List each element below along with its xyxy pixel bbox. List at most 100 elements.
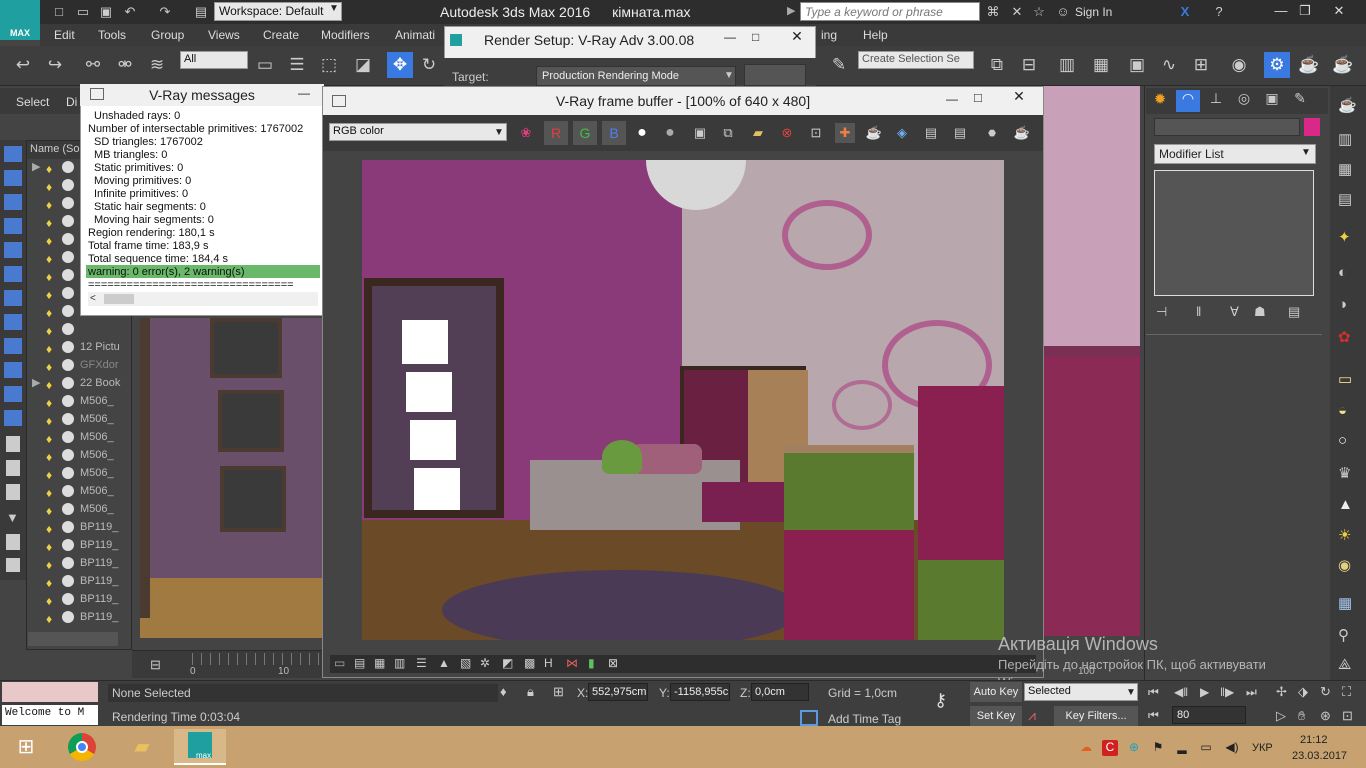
find-icon[interactable] <box>6 534 20 550</box>
curve-icon[interactable]: ▥ <box>394 656 405 670</box>
key-tangent-icon[interactable]: ⩘ <box>1028 707 1036 724</box>
show-corrections-icon[interactable]: ▭ <box>334 656 345 670</box>
vray-cone-icon[interactable]: ▲ <box>1338 496 1353 513</box>
render-toggle-icon[interactable] <box>62 305 74 317</box>
close-icon[interactable]: ✕ <box>1002 88 1036 108</box>
region-render-icon[interactable]: ✚ <box>835 123 855 143</box>
list-item[interactable]: ♦ BP119_ <box>26 554 130 572</box>
light-bulb-icon[interactable]: ♦ <box>46 286 56 302</box>
render-toggle-icon[interactable] <box>62 521 74 533</box>
viewport-front[interactable] <box>1044 86 1140 636</box>
create-selection-set-input[interactable]: Create Selection Se <box>858 51 974 69</box>
clear-image-icon[interactable]: ⊗ <box>777 123 797 143</box>
vray-axis-icon[interactable]: ⟁ <box>1338 656 1351 673</box>
render-last-icon[interactable]: ☕ <box>864 123 884 143</box>
vray-fur-icon[interactable]: ♛ <box>1338 464 1351 482</box>
render-toggle-icon[interactable] <box>62 539 74 551</box>
display-groups-icon[interactable] <box>4 290 22 306</box>
list-item[interactable]: ♦ M506_ <box>26 428 130 446</box>
motion-tab-icon[interactable]: ◎ <box>1232 90 1256 112</box>
close-icon[interactable]: ✕ <box>780 28 814 46</box>
time-tag-icon[interactable] <box>800 710 818 726</box>
light-bulb-icon[interactable]: ♦ <box>46 448 56 464</box>
render-setup-title[interactable]: Render Setup: V-Ray Adv 3.00.08 <box>484 32 694 48</box>
vray-proxy-icon[interactable]: ✿ <box>1338 328 1351 346</box>
maximize-icon[interactable]: □ <box>752 30 759 44</box>
window-crossing-icon[interactable]: ◪ <box>350 52 376 78</box>
chrome-icon[interactable] <box>56 729 108 765</box>
curve-editor-icon[interactable]: ∿ <box>1156 52 1182 78</box>
workspace-dropdown-icon[interactable]: ▼ <box>329 3 339 14</box>
light-bulb-icon[interactable]: ♦ <box>46 340 56 356</box>
configure-sets-icon[interactable]: ▤ <box>1288 304 1300 320</box>
render-teapot-icon[interactable]: ☕ <box>1330 52 1356 78</box>
light-bulb-icon[interactable]: ♦ <box>46 610 56 626</box>
render-toggle-icon[interactable] <box>62 323 74 335</box>
scrollbar-thumb[interactable] <box>104 294 134 304</box>
undo-icon[interactable]: ↶ <box>121 3 139 21</box>
volume-icon[interactable]: ◀) <box>1224 740 1240 756</box>
render-toggle-icon[interactable] <box>62 179 74 191</box>
list-item[interactable]: ♦ BP119_ <box>26 608 130 626</box>
h-icon[interactable]: H <box>544 656 553 670</box>
maximize-icon[interactable]: □ <box>974 90 982 105</box>
levels-icon[interactable]: ▦ <box>374 656 385 670</box>
render-toggle-icon[interactable] <box>62 215 74 227</box>
compare-b-icon[interactable]: ▤ <box>950 123 970 143</box>
render-toggle-icon[interactable] <box>62 485 74 497</box>
create-tab-icon[interactable]: ✹ <box>1148 90 1172 112</box>
remove-modifier-icon[interactable]: ☗ <box>1254 304 1266 320</box>
zoom-all-icon[interactable]: ⬗ <box>1298 684 1308 700</box>
transform-mode-icon[interactable]: ⊞ <box>553 684 564 700</box>
display-frozen-icon[interactable] <box>4 386 22 402</box>
light-bulb-icon[interactable]: ♦ <box>46 412 56 428</box>
vray-light-icon[interactable]: ✦ <box>1338 228 1351 246</box>
list-item[interactable]: ♦ M506_ <box>26 446 130 464</box>
add-time-tag-button[interactable]: Add Time Tag <box>828 712 901 726</box>
open-folder-icon[interactable]: ▰ <box>748 123 768 143</box>
chevron-down-icon[interactable]: ▼ <box>724 70 734 81</box>
list-item[interactable]: ▶ ♦ 22 Book <box>26 374 130 392</box>
red-channel-button[interactable]: R <box>544 121 568 145</box>
select-by-name-icon[interactable]: ☰ <box>284 52 310 78</box>
render-toggle-icon[interactable] <box>62 611 74 623</box>
search-input[interactable]: Type a keyword or phrase <box>800 2 980 21</box>
display-none-icon[interactable] <box>6 460 20 476</box>
chevron-down-icon[interactable]: ▼ <box>1301 147 1311 158</box>
sort-icon[interactable] <box>6 558 20 572</box>
redo-icon[interactable]: ↷ <box>156 3 174 21</box>
scene-settings-icon[interactable]: ▤ <box>1338 190 1352 208</box>
display-hidden-icon[interactable] <box>4 410 22 426</box>
mini-curve-editor-icon[interactable]: ⊟ <box>150 657 161 673</box>
close-icon[interactable]: ✕ <box>1326 2 1352 20</box>
chevron-down-icon[interactable]: ▼ <box>1126 687 1136 698</box>
compare-icon[interactable]: ⋈ <box>566 656 578 670</box>
auto-key-button[interactable]: Auto Key <box>970 682 1022 702</box>
menu-help[interactable]: Help <box>863 28 888 42</box>
help-icon[interactable]: ? <box>1210 3 1228 21</box>
light-bulb-icon[interactable]: ♦ <box>46 178 56 194</box>
save-icon[interactable]: ▣ <box>97 3 115 21</box>
clock-time[interactable]: 21:12 <box>1300 734 1328 746</box>
display-xrefs-icon[interactable] <box>4 314 22 330</box>
light-bulb-icon[interactable]: ♦ <box>46 214 56 230</box>
teapot-icon[interactable]: ☕ <box>1338 96 1357 114</box>
menu-modifiers[interactable]: Modifiers <box>321 28 370 42</box>
light-bulb-icon[interactable]: ♦ <box>46 538 56 554</box>
light-bulb-icon[interactable]: ♦ <box>46 196 56 212</box>
settings-icon[interactable]: ✲ <box>480 656 490 670</box>
expand-icon[interactable]: ▶ <box>32 158 40 176</box>
modifier-list-select[interactable]: Modifier List <box>1154 144 1316 164</box>
zoom-icon[interactable]: ✢ <box>1276 684 1287 700</box>
save-image-icon[interactable]: ▣ <box>690 123 710 143</box>
lens-effects-icon[interactable]: ◩ <box>502 656 513 670</box>
play-icon[interactable]: ▶ <box>1200 685 1209 699</box>
project-folder-icon[interactable]: ▤ <box>192 3 210 21</box>
green-channel-button[interactable]: G <box>573 121 597 145</box>
render-toggle-icon[interactable] <box>62 395 74 407</box>
render-toggle-icon[interactable] <box>62 287 74 299</box>
minimize-icon[interactable]: — <box>298 86 310 100</box>
menu-create[interactable]: Create <box>263 28 299 42</box>
render-toggle-icon[interactable] <box>62 557 74 569</box>
light-bulb-icon[interactable]: ♦ <box>46 304 56 320</box>
